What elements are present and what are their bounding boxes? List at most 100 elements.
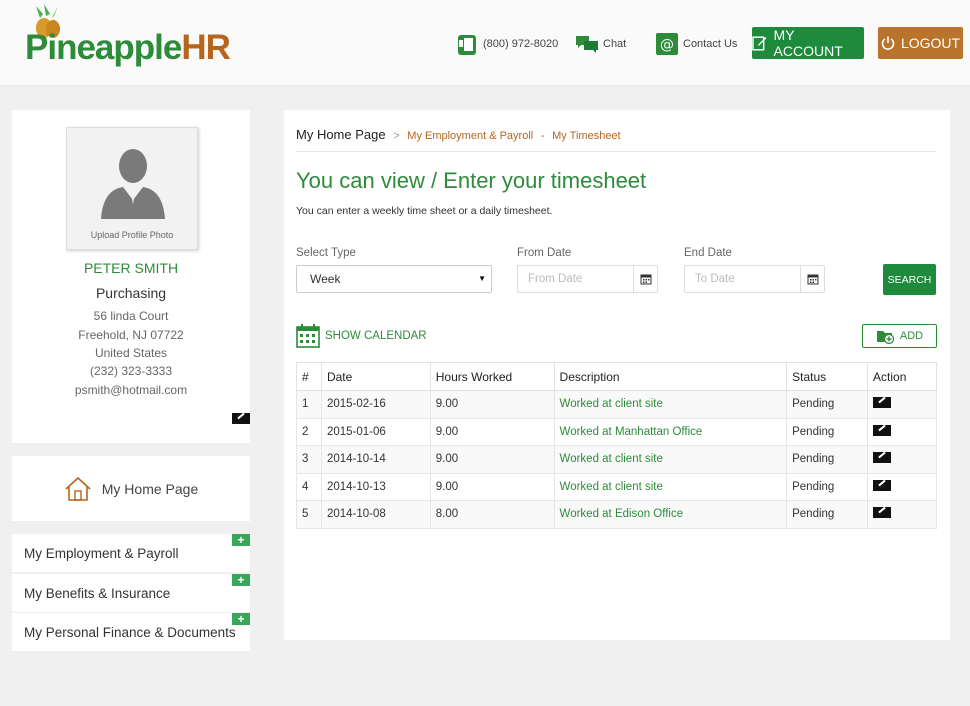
cell-status: Pending	[786, 445, 869, 474]
cell-number: 1	[296, 390, 322, 419]
page-title: You can view / Enter your timesheet	[296, 168, 647, 193]
breadcrumb-separator: >	[393, 130, 400, 142]
from-date-input[interactable]: From Date	[517, 265, 658, 293]
column-header-status[interactable]: Status	[786, 362, 869, 391]
edit-icon[interactable]	[873, 507, 892, 519]
add-entry-button[interactable]: ADD	[862, 324, 937, 348]
upload-photo-label: Upload Profile Photo	[90, 230, 174, 240]
divider	[296, 151, 936, 152]
edit-icon[interactable]	[873, 424, 892, 436]
profile-address2: Freehold, NJ 07722	[78, 328, 184, 342]
cell-description[interactable]: Worked at client site	[553, 445, 788, 474]
cell-status: Pending	[786, 500, 869, 529]
cell-number: 4	[296, 472, 322, 501]
add-folder-icon	[876, 331, 894, 344]
calendar-icon	[296, 324, 320, 348]
column-header-number: #	[296, 362, 322, 391]
my-account-button[interactable]: MY ACCOUNT	[752, 27, 864, 59]
my-account-label: MY ACCOUNT	[773, 27, 843, 59]
end-date-label: End Date	[684, 247, 732, 259]
profile-address1: 56 linda Court	[93, 309, 169, 323]
column-header-description[interactable]: Description	[553, 362, 788, 391]
top-header: PineappleHR (800) 972-8020 Chat @ Contac…	[0, 0, 970, 86]
logo-text-secondary: HR	[181, 28, 231, 67]
table-row: 3 2014-10-14 9.00 Worked at client site …	[296, 445, 937, 474]
edit-icon[interactable]	[873, 397, 892, 409]
cell-number: 3	[296, 445, 322, 474]
phone-link[interactable]: (800) 972-8020	[455, 32, 558, 56]
sidebar-item-label: My Benefits & Insurance	[24, 585, 171, 601]
cell-action	[867, 417, 937, 446]
show-calendar-label: SHOW CALENDAR	[325, 330, 427, 342]
dropdown-arrow-icon: ▼	[478, 274, 486, 283]
contact-label: Contact Us	[683, 38, 738, 50]
table-row: 5 2014-10-08 8.00 Worked at Edison Offic…	[296, 500, 937, 529]
end-date-placeholder: To Date	[695, 273, 735, 285]
from-date-calendar-button[interactable]	[633, 266, 657, 292]
chat-link[interactable]: Chat	[575, 32, 626, 56]
profile-country: United States	[94, 346, 168, 360]
show-calendar-button[interactable]: SHOW CALENDAR	[296, 324, 427, 348]
end-date-calendar-button[interactable]	[800, 266, 824, 292]
cell-description[interactable]: Worked at Edison Office	[553, 500, 788, 529]
sidebar-item-finance[interactable]: My Personal Finance & Documents +	[12, 613, 250, 651]
edit-icon[interactable]	[873, 452, 892, 464]
cell-hours: 9.00	[429, 445, 555, 474]
chat-icon	[576, 36, 598, 53]
search-button[interactable]: SEARCH	[883, 264, 936, 295]
sidebar-item-benefits[interactable]: My Benefits & Insurance +	[12, 574, 250, 612]
cell-status: Pending	[786, 417, 869, 446]
expand-plus-icon[interactable]: +	[232, 613, 250, 625]
expand-plus-icon[interactable]: +	[232, 534, 250, 546]
cell-hours: 9.00	[429, 390, 555, 419]
end-date-input[interactable]: To Date	[684, 265, 825, 293]
cell-date: 2015-02-16	[320, 390, 431, 419]
cell-date: 2015-01-06	[320, 417, 431, 446]
sidebar-home-label: My Home Page	[101, 480, 199, 497]
column-header-hours[interactable]: Hours Worked	[429, 362, 555, 391]
chat-label: Chat	[603, 38, 627, 50]
cell-number: 5	[296, 500, 322, 529]
calendar-icon	[807, 274, 818, 285]
power-icon	[881, 36, 895, 50]
select-type-label: Select Type	[296, 247, 356, 259]
cell-action	[867, 390, 937, 419]
cell-hours: 9.00	[429, 472, 555, 501]
sidebar-home-link[interactable]: My Home Page	[12, 456, 250, 521]
from-date-label: From Date	[517, 247, 572, 259]
table-row: 4 2014-10-13 9.00 Worked at client site …	[296, 472, 937, 501]
sidebar-item-label: My Personal Finance & Documents	[24, 624, 236, 640]
logo[interactable]: PineappleHR	[22, 4, 231, 72]
breadcrumb-section[interactable]: My Employment & Payroll	[407, 130, 533, 142]
phone-icon	[458, 35, 476, 55]
cell-description[interactable]: Worked at Manhattan Office	[553, 417, 788, 446]
home-icon	[65, 476, 91, 501]
from-date-placeholder: From Date	[528, 273, 583, 285]
page-subtitle: You can enter a weekly time sheet or a d…	[296, 205, 553, 217]
breadcrumb-current: My Timesheet	[552, 130, 621, 142]
edit-icon[interactable]	[873, 479, 892, 491]
main-panel: My Home Page > My Employment & Payroll -…	[284, 110, 950, 640]
edit-profile-icon[interactable]	[232, 413, 250, 424]
timesheet-table: # Date Hours Worked Description Status A…	[296, 362, 937, 529]
select-type-value: Week	[310, 272, 341, 286]
contact-icon: @	[656, 33, 678, 55]
select-type-dropdown[interactable]: Week ▼	[296, 265, 492, 293]
breadcrumb-home[interactable]: My Home Page	[296, 127, 386, 142]
profile-department: Purchasing	[95, 285, 167, 301]
cell-description[interactable]: Worked at client site	[553, 390, 788, 419]
sidebar-item-employment[interactable]: My Employment & Payroll +	[12, 534, 250, 572]
logout-button[interactable]: LOGOUT	[878, 27, 963, 59]
cell-date: 2014-10-08	[320, 500, 431, 529]
column-header-action: Action	[867, 362, 937, 391]
logo-text-primary: Pineapple	[25, 28, 182, 67]
cell-description[interactable]: Worked at client site	[553, 472, 788, 501]
cell-date: 2014-10-13	[320, 472, 431, 501]
cell-hours: 9.00	[429, 417, 555, 446]
expand-plus-icon[interactable]: +	[232, 574, 250, 586]
column-header-date[interactable]: Date	[320, 362, 431, 391]
profile-name: PETER SMITH	[83, 260, 179, 276]
upload-photo-button[interactable]: Upload Profile Photo	[66, 127, 198, 250]
table-row: 2 2015-01-06 9.00 Worked at Manhattan Of…	[296, 417, 937, 446]
contact-link[interactable]: @ Contact Us	[655, 32, 737, 56]
